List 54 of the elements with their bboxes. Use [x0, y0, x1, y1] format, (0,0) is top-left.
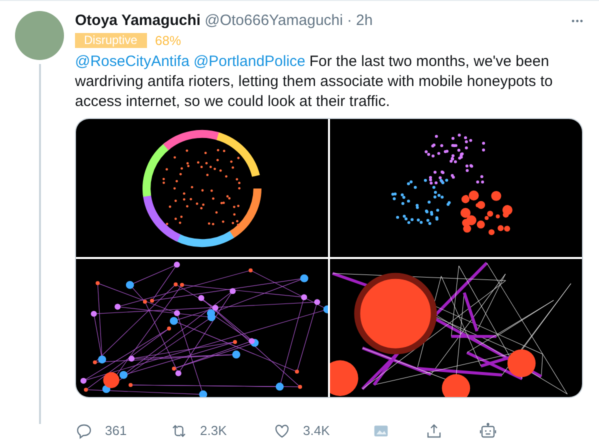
graph-node — [128, 355, 135, 362]
graph-node — [174, 261, 180, 268]
graph-node — [298, 384, 302, 388]
graph-node — [96, 280, 100, 285]
robot-icon — [479, 422, 497, 440]
graph-node — [174, 282, 178, 286]
graph-node — [323, 304, 328, 313]
mention-link[interactable]: @RoseCityAntifa — [75, 52, 190, 70]
graph-node — [314, 298, 320, 305]
timestamp[interactable]: 2h — [356, 11, 373, 31]
graph-node — [142, 299, 147, 304]
graph-node — [232, 350, 240, 358]
graph-node — [276, 382, 284, 390]
graph-node — [248, 268, 253, 272]
picture-icon — [373, 422, 389, 438]
avatar[interactable] — [15, 11, 64, 60]
graph-node — [199, 390, 208, 396]
graph-node — [90, 310, 97, 316]
graph-node — [84, 387, 88, 392]
graph-node — [294, 369, 299, 374]
node-cluster — [391, 178, 451, 224]
graph-node — [80, 377, 86, 384]
graph-node — [301, 294, 308, 300]
graph-node — [207, 312, 216, 321]
image-background[interactable] — [330, 118, 582, 256]
like-action[interactable]: 3.4K — [273, 420, 373, 440]
graph-node — [300, 274, 308, 282]
graph-node — [128, 382, 133, 386]
graph-node — [167, 326, 172, 330]
node-circle — [103, 372, 120, 388]
more-options[interactable]: ••• — [572, 11, 584, 31]
author-name[interactable]: Otoya Yamaguchi — [75, 11, 201, 31]
node-circle — [507, 348, 536, 377]
mention-link[interactable]: @PortlandPolice — [193, 52, 306, 70]
graph-node — [114, 303, 121, 310]
reply-action[interactable]: 361 — [75, 420, 170, 440]
graph-node — [126, 280, 134, 288]
node-cluster — [424, 133, 486, 184]
tweet-text: @RoseCityAntifa @PortlandPolice For the last two months, we've been wardriving antifa rioters, letting them associate with mobile honeypots to access internet, so we could look at their traffic. — [75, 52, 554, 112]
graph-node — [120, 370, 128, 378]
comment-icon — [75, 422, 93, 440]
graph-node — [232, 339, 238, 344]
classification-score: 68% — [155, 32, 182, 50]
graph-node — [180, 282, 184, 286]
graph-node — [198, 294, 204, 300]
graph-node — [150, 298, 154, 302]
separator: · — [346, 11, 352, 31]
author-handle[interactable]: @Oto666Yamaguchi — [204, 11, 343, 31]
image-background[interactable] — [76, 118, 328, 256]
retweet-action[interactable]: 2.3K — [170, 420, 273, 440]
share-icon — [425, 422, 443, 440]
classification-badge: Disruptive — [75, 33, 147, 48]
graph-node — [230, 288, 236, 294]
node-cluster — [460, 190, 512, 235]
